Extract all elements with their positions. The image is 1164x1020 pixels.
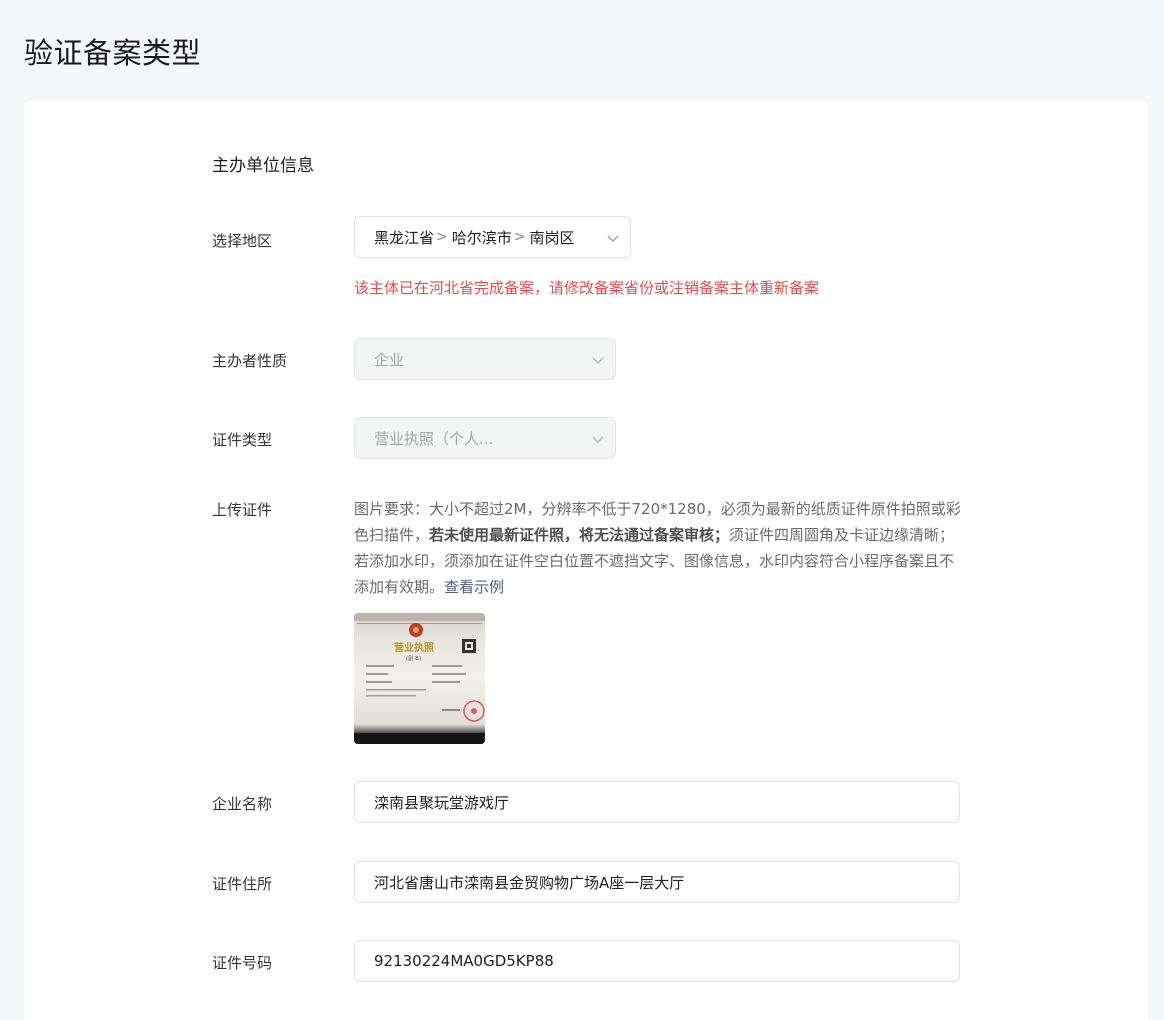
upload-requirements: 图片要求：大小不超过2M，分辨率不低于720*1280，必须为最新的纸质证件原件…: [354, 496, 964, 600]
region-city: 哈尔滨市: [451, 228, 512, 247]
cert-type-label: 证件类型: [212, 431, 273, 449]
region-district: 南岗区: [529, 228, 575, 247]
chevron-down-icon: [592, 436, 604, 443]
view-example-link[interactable]: 查看示例: [444, 578, 504, 596]
license-image: 营业执照 (副 本): [354, 613, 485, 744]
company-name-label: 企业名称: [212, 795, 273, 813]
region-error-message: 该主体已在河北省完成备案，请修改备案省份或注销备案主体重新备案: [354, 279, 820, 297]
cert-address-input[interactable]: 河北省唐山市滦南县金贸购物广场A座一层大厅: [354, 861, 960, 903]
chevron-right-icon: >: [513, 229, 526, 245]
region-province: 黑龙江省: [374, 228, 435, 247]
region-select[interactable]: 黑龙江省 > 哈尔滨市 > 南岗区: [354, 216, 631, 258]
license-thumb-subtitle: (副 本): [406, 655, 422, 662]
company-name-input[interactable]: 滦南县聚玩堂游戏厅: [354, 781, 960, 823]
cert-number-value: 92130224MA0GD5KP88: [374, 952, 554, 970]
organizer-type-select[interactable]: 企业: [354, 338, 616, 380]
cert-number-label: 证件号码: [212, 954, 273, 972]
organizer-type-value: 企业: [374, 350, 405, 369]
chevron-down-icon: [592, 357, 604, 364]
cert-type-value: 营业执照（个人...: [374, 429, 494, 448]
organizer-type-label: 主办者性质: [212, 352, 288, 370]
page-title: 验证备案类型: [24, 36, 202, 70]
chevron-right-icon: >: [436, 229, 448, 245]
cert-address-value: 河北省唐山市滦南县金贸购物广场A座一层大厅: [374, 873, 685, 892]
form-card: 主办单位信息 选择地区 黑龙江省 > 哈尔滨市 > 南岗区 该主体已在河北省完成…: [24, 101, 1148, 1020]
chevron-down-icon: [607, 235, 619, 242]
company-name-value: 滦南县聚玩堂游戏厅: [374, 793, 510, 812]
cert-number-input[interactable]: 92130224MA0GD5KP88: [354, 940, 960, 982]
cert-type-select[interactable]: 营业执照（个人...: [354, 417, 616, 459]
cert-address-label: 证件住所: [212, 875, 273, 893]
license-thumbnail[interactable]: 营业执照 (副 本): [354, 613, 485, 744]
upload-label: 上传证件: [212, 501, 273, 519]
license-thumb-title: 营业执照: [394, 641, 434, 654]
section-title: 主办单位信息: [212, 156, 314, 176]
region-label: 选择地区: [212, 232, 273, 250]
upload-requirements-warning: 若未使用最新证件照，将无法通过备案审核；: [429, 526, 730, 544]
